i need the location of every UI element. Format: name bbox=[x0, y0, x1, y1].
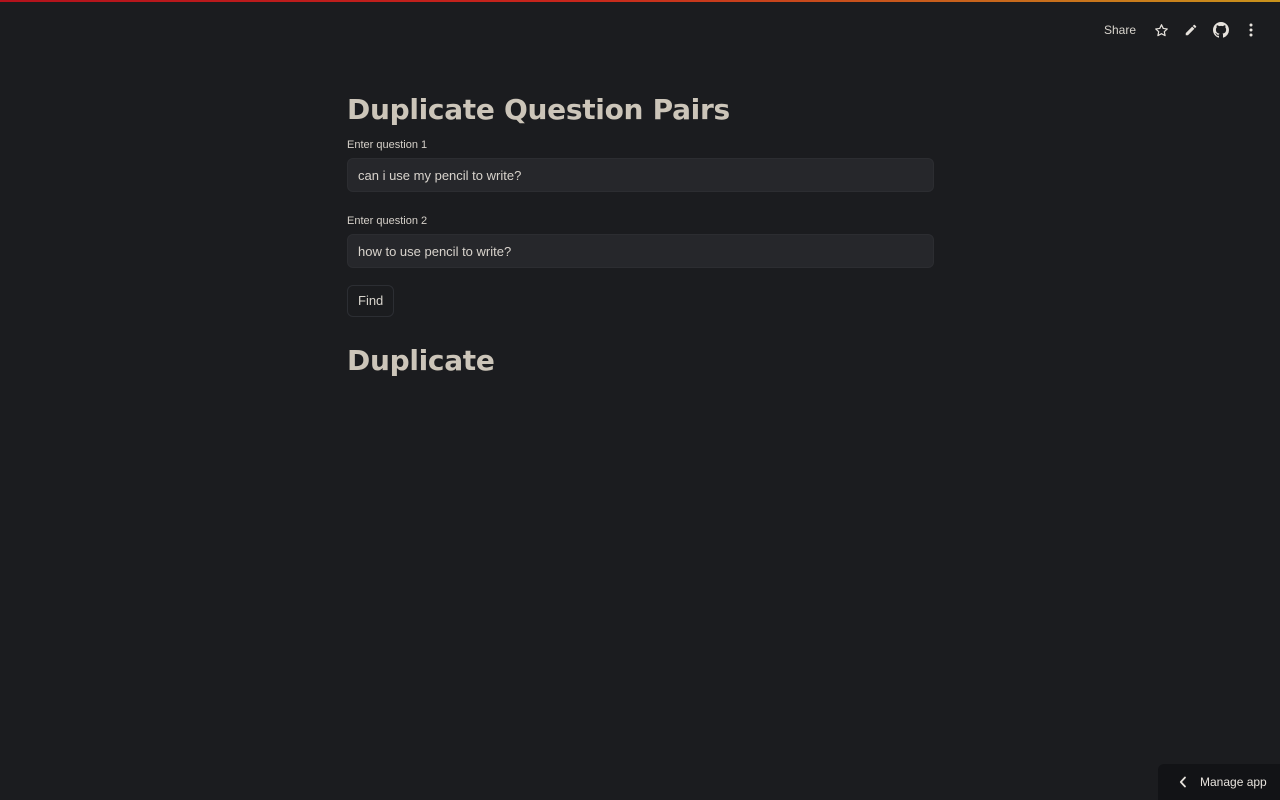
star-icon[interactable] bbox=[1152, 21, 1170, 39]
find-button[interactable]: Find bbox=[347, 285, 395, 317]
share-button[interactable]: Share bbox=[1100, 21, 1140, 39]
kebab-menu-icon[interactable] bbox=[1242, 21, 1260, 39]
github-icon[interactable] bbox=[1212, 21, 1230, 39]
question1-label: Enter question 1 bbox=[347, 139, 428, 151]
manage-app-label: Manage app bbox=[1200, 775, 1267, 789]
page-title: Duplicate Question Pairs bbox=[347, 93, 730, 126]
result-heading: Duplicate bbox=[347, 344, 495, 377]
main-content: Duplicate Question Pairs Enter question … bbox=[347, 90, 934, 381]
app-toolbar: Share bbox=[1100, 18, 1260, 42]
question2-input[interactable] bbox=[347, 234, 934, 268]
pencil-icon[interactable] bbox=[1182, 21, 1200, 39]
chevron-left-icon bbox=[1178, 776, 1188, 788]
question1-input[interactable] bbox=[347, 158, 934, 192]
question2-label: Enter question 2 bbox=[347, 215, 428, 227]
manage-app-button[interactable]: Manage app bbox=[1158, 764, 1280, 800]
top-decoration-bar bbox=[0, 0, 1280, 2]
